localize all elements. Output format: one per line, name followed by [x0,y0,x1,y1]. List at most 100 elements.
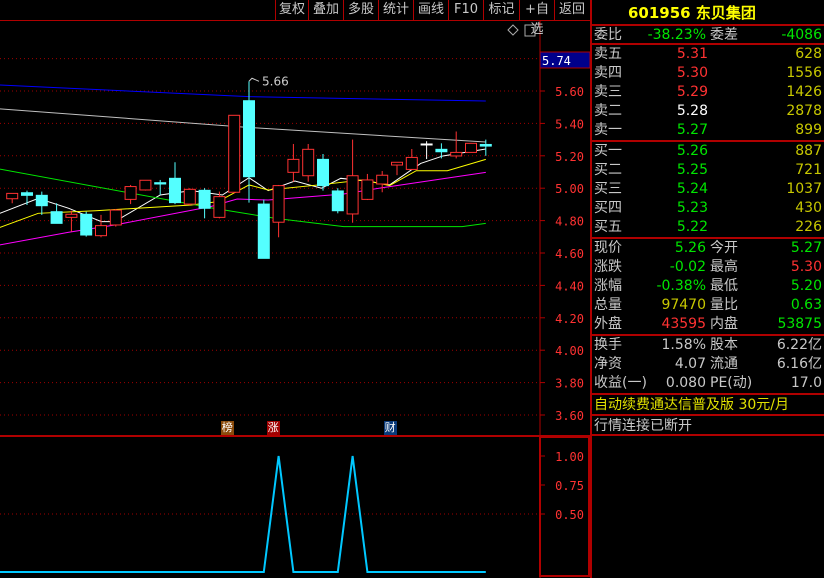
stat-label: PE(动) [710,375,753,391]
finance-row: 换手 1.58% 股本 6.22亿 [592,336,824,355]
candle-body [213,196,226,218]
stat-label: 最高 [710,259,738,275]
sub-y-tick-label: 0.50 [555,508,584,522]
finance-row: 收益(一) 0.080 PE(动) 17.0 [592,374,824,393]
buy-book: 买一 5.26 887 买二 5.25 721 买三 5.24 1037 买四 5.23 430 买五 5… [592,142,824,239]
candle-body [317,158,329,187]
y-tick-label: 5.60 [555,85,584,99]
candle-body [420,143,433,146]
candle-body [50,211,63,224]
weibi-value: -38.23% [647,27,706,43]
level-label: 买五 [594,219,622,235]
subscription-ad[interactable]: 自动续费通达信普及版 30元/月 [592,395,824,416]
candle-body [287,158,300,173]
stat-label: 今开 [710,240,738,256]
stat-label: 股本 [710,337,738,353]
diamond-icon[interactable] [507,24,519,36]
stat-label: 涨幅 [594,278,622,294]
level-volume: 899 [795,122,822,138]
sell-level: 卖五 5.31 628 [592,45,824,64]
weicha-label: 委差 [710,27,738,43]
stock-name: 东贝集团 [695,4,756,22]
level-price: 5.27 [676,122,708,138]
level-label: 卖一 [594,122,622,138]
level-label: 买一 [594,143,622,159]
y-tick-label: 4.40 [555,279,584,293]
toolbar-button[interactable]: 画线 [413,0,448,20]
quote-row: 总量 97470 量比 0.63 [592,296,824,315]
quote-stats: 现价 5.26 今开 5.27 涨跌 -0.02 最高 5.30 涨幅 -0.38% 最低 5.20 总… [592,239,824,336]
candle-body [243,100,255,178]
sell-level: 卖二 5.28 2878 [592,102,824,121]
toolbar-button[interactable]: 叠加 [308,0,343,20]
stat-value: 97470 [661,297,706,313]
stat-label: 总量 [594,297,622,313]
moving-average-line [0,108,486,143]
y-tick-label: 5.20 [555,150,584,164]
candle-body [21,192,33,196]
level-volume: 628 [795,46,822,62]
candle-body [391,161,403,166]
y-tick-label: 4.20 [555,312,584,326]
event-marker[interactable]: 涨 [266,421,280,435]
toolbar-button[interactable]: 复权 [275,0,308,20]
candle-body [450,151,463,157]
kline-chart[interactable]: 5.60 5.40 5.20 5.00 4.80 4.60 4.40 4.20 4.00 3.80… [0,0,590,578]
candle-body [435,148,448,153]
level-volume: 1037 [786,181,822,197]
candle-body [124,186,137,200]
candle-body [65,213,78,218]
stat-label: 换手 [594,337,622,353]
level-price: 5.30 [676,65,708,81]
stock-code: 601956 [628,4,691,22]
stat-value: 5.26 [674,240,706,256]
sell-level: 卖三 5.29 1426 [592,83,824,102]
moving-average-line [0,171,486,246]
buy-level: 买四 5.23 430 [592,199,824,218]
candle-body [169,177,181,204]
level-label: 卖五 [594,46,622,62]
level-label: 买四 [594,200,622,216]
stat-label: 量比 [710,297,738,313]
event-marker[interactable]: 榜 [220,421,234,435]
stat-value: 4.07 [674,356,706,372]
sell-book: 卖五 5.31 628 卖四 5.30 1556 卖三 5.29 1426 卖二 5.28 2878 卖… [592,45,824,142]
y-tick-label: 4.60 [555,247,584,261]
y-tick-label: 5.00 [555,182,584,196]
candle-body [6,192,19,200]
toolbar-button[interactable]: 统计 [378,0,413,20]
toolbar-button[interactable]: +自选 [519,0,554,37]
toolbar-button[interactable]: F10 [448,0,483,20]
level-label: 卖二 [594,103,622,119]
stock-title: 601956 东贝集团 [592,0,824,26]
candle-body [272,185,285,223]
stat-value: 5.30 [790,259,822,275]
toolbar-button[interactable]: 返回 [554,0,589,20]
stat-value: 1.58% [661,337,706,353]
level-volume: 1556 [786,65,822,81]
high-pointer [248,77,260,82]
toolbar-button[interactable]: 多股 [343,0,378,20]
candle-body [198,189,211,209]
finance-stats: 换手 1.58% 股本 6.22亿 净资 4.07 流通 6.16亿 收益(一) 0.080 PE(… [592,336,824,395]
weibi-label: 委比 [594,27,622,43]
y-tick-label: 3.60 [555,409,584,423]
level-price: 5.29 [676,84,708,100]
stat-value: 43595 [661,316,706,332]
current-price-tag-label: 5.74 [542,54,571,68]
candle-body [139,179,152,191]
candle-body [95,225,107,237]
stat-label: 外盘 [594,316,622,332]
level-price: 5.31 [676,46,708,62]
sub-y-tick-label: 0.75 [555,479,584,493]
toolbar-button[interactable]: 标记 [483,0,519,20]
stat-value: -0.38% [656,278,706,294]
event-marker[interactable]: 财 [383,421,397,435]
stat-label: 现价 [594,240,622,256]
level-volume: 2878 [786,103,822,119]
stat-value: 6.16亿 [776,356,822,372]
level-volume: 887 [795,143,822,159]
level-label: 买二 [594,162,622,178]
stat-label: 最低 [710,278,738,294]
stat-label: 净资 [594,356,622,372]
